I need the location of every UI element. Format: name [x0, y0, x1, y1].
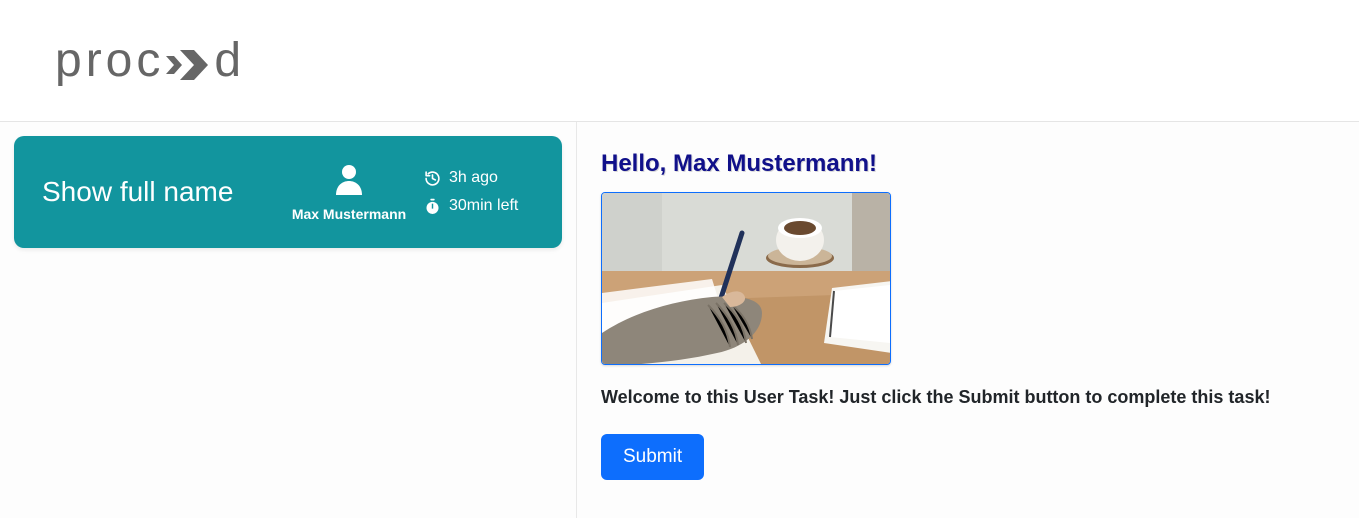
- task-meta: 3h ago 30min left: [414, 169, 534, 215]
- task-detail-panel: Hello, Max Mustermann!: [576, 122, 1359, 518]
- task-list-sidebar: Show full name Max Mustermann: [0, 122, 576, 262]
- task-illustration: [601, 192, 891, 365]
- history-icon: [424, 170, 441, 187]
- brand-logo: proc d: [55, 37, 245, 85]
- arrow-right-icon: [166, 50, 212, 80]
- greeting-heading: Hello, Max Mustermann!: [601, 150, 1335, 178]
- app-header: proc d: [0, 0, 1359, 122]
- task-title: Show full name: [42, 176, 284, 208]
- task-assignee: Max Mustermann: [284, 163, 414, 222]
- welcome-text: Welcome to this User Task! Just click th…: [601, 387, 1335, 408]
- brand-logo-text-right: d: [214, 37, 245, 85]
- task-card[interactable]: Show full name Max Mustermann: [14, 136, 562, 248]
- stopwatch-icon: [424, 198, 441, 215]
- task-time-left-text: 30min left: [449, 197, 518, 215]
- task-time-left: 30min left: [424, 197, 534, 215]
- task-created-ago-text: 3h ago: [449, 169, 498, 187]
- app-body: Show full name Max Mustermann: [0, 122, 1359, 518]
- task-created-ago: 3h ago: [424, 169, 534, 187]
- user-icon: [334, 163, 364, 195]
- task-assignee-name: Max Mustermann: [284, 206, 414, 222]
- brand-logo-text-left: proc: [55, 37, 164, 85]
- submit-button[interactable]: Submit: [601, 434, 704, 480]
